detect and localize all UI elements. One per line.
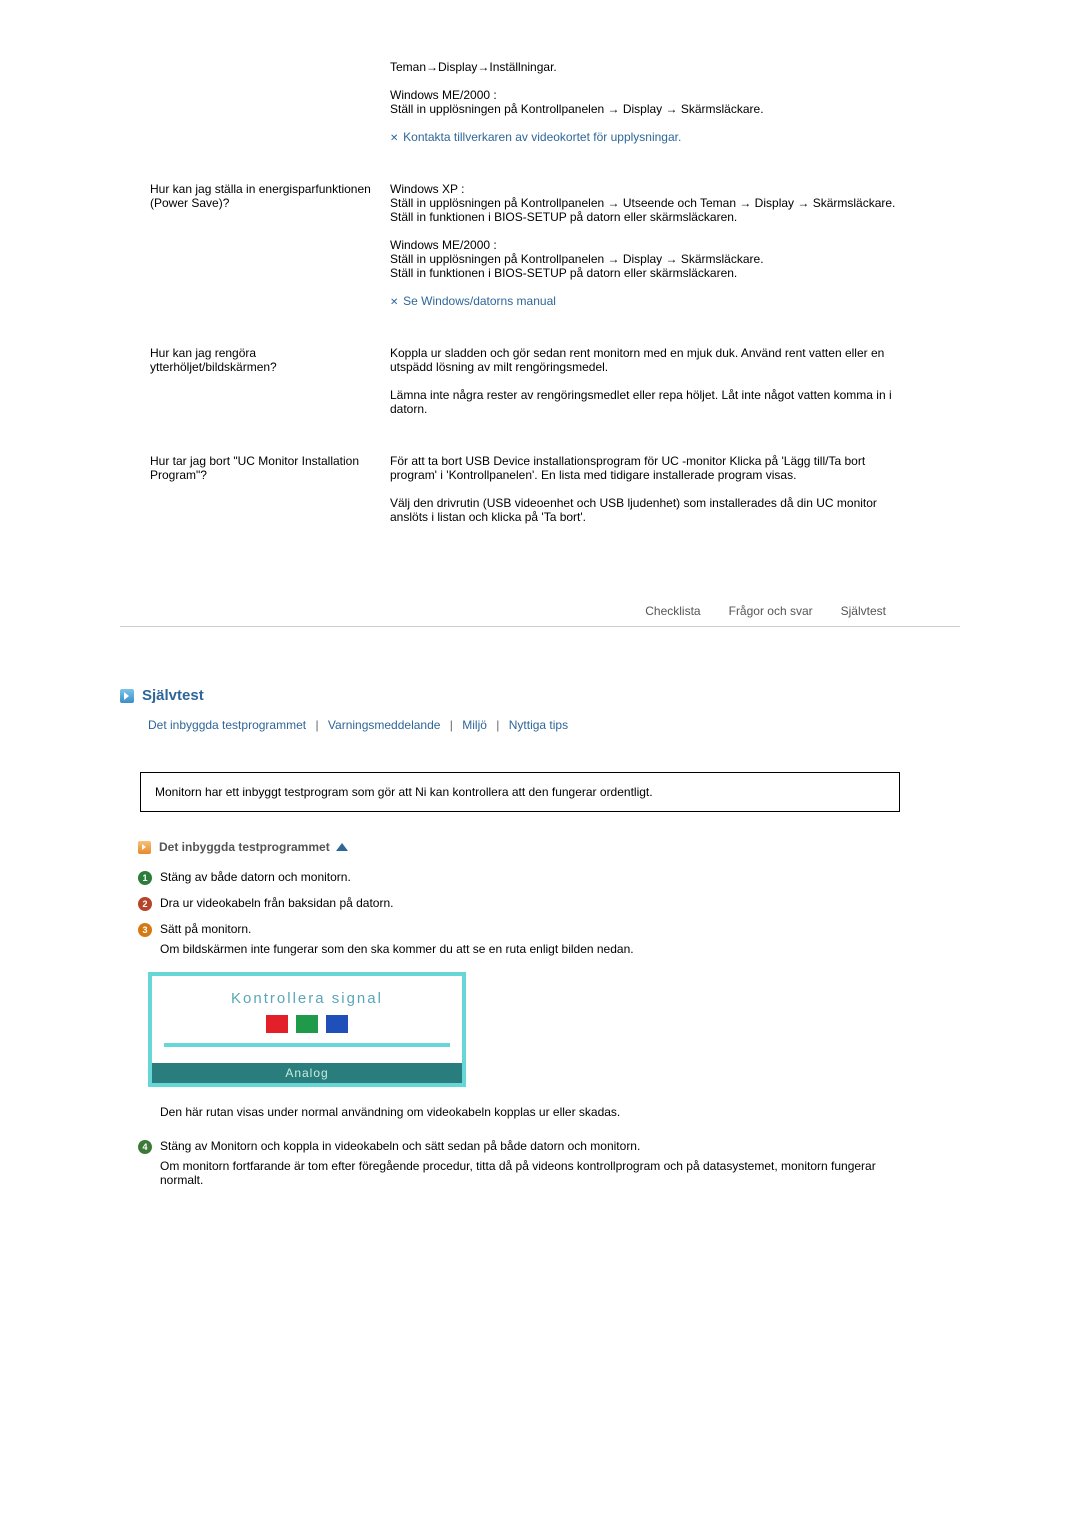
signal-dialog: Kontrollera signal Analog: [148, 972, 466, 1087]
step-item: 4 Stäng av Monitorn och koppla in videok…: [138, 1139, 960, 1193]
tab-selftest[interactable]: Självtest: [827, 598, 900, 626]
subnav-link-env[interactable]: Miljö: [462, 718, 487, 732]
faq-answer: För att ta bort USB Device installations…: [390, 454, 960, 538]
step-text: Stäng av Monitorn och koppla in videokab…: [160, 1139, 900, 1153]
separator: |: [315, 718, 318, 732]
subnav-link-tips[interactable]: Nyttiga tips: [509, 718, 568, 732]
up-triangle-icon[interactable]: [336, 843, 348, 851]
step-number-icon: 4: [138, 1140, 152, 1154]
faq-question: Hur kan jag rengöra ytterhöljet/bildskär…: [120, 346, 390, 374]
faq-answer-line: Koppla ur sladden och gör sedan rent mon…: [390, 346, 900, 374]
numbered-steps: 4 Stäng av Monitorn och koppla in videok…: [138, 1139, 960, 1193]
divider: [164, 1043, 450, 1047]
arrow-right-icon: [138, 841, 151, 854]
faq-row: Teman→Display→Inställningar. Windows ME/…: [120, 60, 960, 158]
subnav-link-warning[interactable]: Varningsmeddelande: [328, 718, 441, 732]
red-square-icon: [266, 1015, 288, 1033]
step-number-icon: 1: [138, 871, 152, 885]
step-text: Dra ur videokabeln från baksidan på dato…: [160, 896, 900, 910]
step-item: 2 Dra ur videokabeln från baksidan på da…: [138, 896, 960, 916]
faq-row: Hur kan jag rengöra ytterhöljet/bildskär…: [120, 346, 960, 430]
tab-checklist[interactable]: Checklista: [631, 598, 714, 626]
separator: |: [450, 718, 453, 732]
rgb-indicator: [152, 1015, 462, 1033]
step-number-icon: 2: [138, 897, 152, 911]
faq-answer-line: Lämna inte några rester av rengöringsmed…: [390, 388, 900, 416]
tab-faq[interactable]: Frågor och svar: [715, 598, 827, 626]
section-title: Självtest: [142, 687, 204, 704]
tab-bar: Checklista Frågor och svar Självtest: [120, 598, 960, 627]
step-item: 1 Stäng av både datorn och monitorn.: [138, 870, 960, 890]
info-box-text: Monitorn har ett inbyggt testprogram som…: [155, 785, 653, 799]
faq-answer-line: Windows ME/2000 : Ställ in upplösningen …: [390, 238, 900, 280]
faq-note: Se Windows/datorns manual: [390, 294, 900, 308]
step-item: 3 Sätt på monitorn. Om bildskärmen inte …: [138, 922, 960, 962]
step-text: Om monitorn fortfarande är tom efter för…: [160, 1159, 900, 1187]
sub-section-header: Det inbyggda testprogrammet: [138, 840, 960, 854]
faq-answer-line: För att ta bort USB Device installations…: [390, 454, 900, 482]
numbered-steps: 1 Stäng av både datorn och monitorn. 2 D…: [138, 870, 960, 962]
green-square-icon: [296, 1015, 318, 1033]
faq-answer-line: Windows ME/2000 : Ställ in upplösningen …: [390, 88, 900, 116]
signal-title: Kontrollera signal: [152, 990, 462, 1007]
faq-answer: Windows XP : Ställ in upplösningen på Ko…: [390, 182, 960, 322]
step-text: Sätt på monitorn.: [160, 922, 900, 936]
faq-table: Teman→Display→Inställningar. Windows ME/…: [120, 60, 960, 538]
faq-answer-line: Teman→Display→Inställningar.: [390, 60, 900, 74]
faq-answer-line: Välj den drivrutin (USB videoenhet och U…: [390, 496, 900, 524]
faq-question: Hur tar jag bort "UC Monitor Installatio…: [120, 454, 390, 482]
faq-answer: Teman→Display→Inställningar. Windows ME/…: [390, 60, 960, 158]
faq-question: Hur kan jag ställa in energisparfunktion…: [120, 182, 390, 210]
faq-answer: Koppla ur sladden och gör sedan rent mon…: [390, 346, 960, 430]
arrow-right-icon: [120, 689, 134, 703]
faq-row: Hur tar jag bort "UC Monitor Installatio…: [120, 454, 960, 538]
faq-note: Kontakta tillverkaren av videokortet för…: [390, 130, 900, 144]
step-text: Om bildskärmen inte fungerar som den ska…: [160, 942, 900, 956]
signal-caption: Den här rutan visas under normal användn…: [160, 1105, 900, 1119]
info-box: Monitorn har ett inbyggt testprogram som…: [140, 772, 900, 812]
separator: |: [496, 718, 499, 732]
faq-answer-line: Windows XP : Ställ in upplösningen på Ko…: [390, 182, 900, 224]
blue-square-icon: [326, 1015, 348, 1033]
subnav: Det inbyggda testprogrammet | Varningsme…: [148, 718, 960, 732]
sub-section-title: Det inbyggda testprogrammet: [159, 840, 330, 854]
section-header: Självtest: [120, 687, 960, 704]
step-number-icon: 3: [138, 923, 152, 937]
signal-footer: Analog: [152, 1063, 462, 1083]
faq-row: Hur kan jag ställa in energisparfunktion…: [120, 182, 960, 322]
step-text: Stäng av både datorn och monitorn.: [160, 870, 900, 884]
subnav-link-builtin-test[interactable]: Det inbyggda testprogrammet: [148, 718, 306, 732]
